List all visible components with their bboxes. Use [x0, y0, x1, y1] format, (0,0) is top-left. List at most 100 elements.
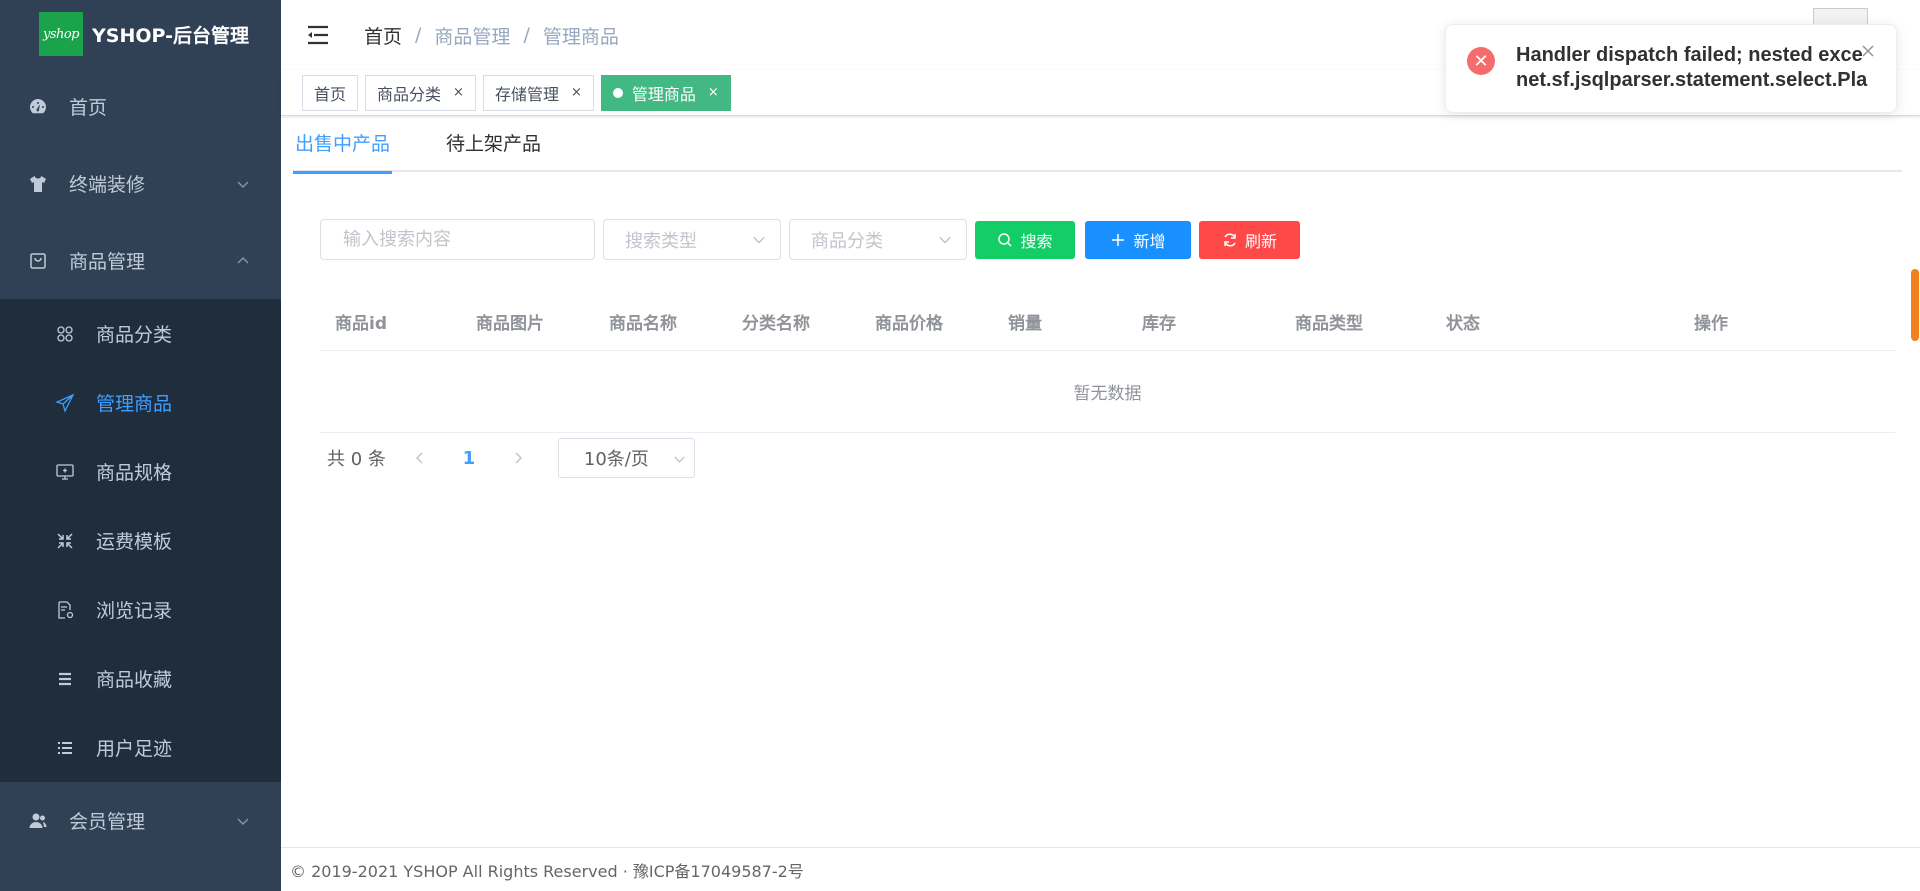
pagination: 共 0 条 1 10条/页	[327, 438, 695, 478]
scrollbar-thumb[interactable]	[1911, 269, 1919, 341]
tag-storage-management[interactable]: 存储管理 ×	[482, 74, 594, 111]
pagination-total: 共 0 条	[327, 449, 386, 470]
tag-close-icon[interactable]: ×	[453, 85, 464, 100]
tag-close-icon[interactable]: ×	[708, 85, 719, 100]
tag-manage-products[interactable]: 管理商品 ×	[600, 74, 731, 111]
hamburger-icon[interactable]	[305, 22, 331, 48]
table-header: 商品id 商品图片 商品名称 分类名称 商品价格 销量 库存 商品类型 状态 操…	[320, 293, 1895, 351]
sidebar-item-shipping-template[interactable]: 运费模板	[0, 506, 281, 575]
search-icon	[997, 232, 1013, 248]
breadcrumb-separator: /	[415, 24, 422, 46]
tag-close-icon[interactable]: ×	[571, 85, 582, 100]
tag-product-category[interactable]: 商品分类 ×	[365, 74, 476, 111]
sidebar-item-label: 商品规格	[96, 462, 173, 484]
error-notification: ✕ Handler dispatch failed; nested exce n…	[1445, 24, 1897, 113]
menu-lines-icon	[55, 669, 75, 689]
column-header: 库存	[1142, 314, 1176, 334]
column-header: 商品类型	[1295, 314, 1363, 334]
sidebar-item-label: 会员管理	[69, 811, 146, 833]
search-type-select[interactable]: 搜索类型	[603, 219, 781, 260]
search-input[interactable]	[320, 219, 595, 260]
list-icon	[55, 738, 75, 758]
sidebar-item-product-category[interactable]: 商品分类	[0, 299, 281, 368]
main-content: 出售中产品 待上架产品 搜索类型 商品分类 搜索 新增	[281, 117, 1920, 847]
products-table: 商品id 商品图片 商品名称 分类名称 商品价格 销量 库存 商品类型 状态 操…	[320, 293, 1895, 433]
notification-line: net.sf.jsqlparser.statement.select.Pla	[1516, 69, 1868, 91]
notification-line: Handler dispatch failed; nested exce	[1516, 44, 1863, 66]
chevron-down-icon	[237, 181, 249, 188]
page-size-value: 10条/页	[583, 449, 649, 470]
select-placeholder: 商品分类	[811, 230, 883, 252]
chevron-left-icon[interactable]	[410, 448, 430, 468]
plus-icon	[1110, 232, 1126, 248]
sidebar-item-browse-history[interactable]: 浏览记录	[0, 575, 281, 644]
sidebar-item-label: 运费模板	[96, 531, 173, 553]
breadcrumb-separator: /	[523, 24, 530, 46]
close-icon[interactable]	[1860, 43, 1876, 59]
category-select[interactable]: 商品分类	[789, 219, 967, 260]
select-placeholder: 搜索类型	[625, 230, 697, 252]
notification-message: Handler dispatch failed; nested exce net…	[1516, 43, 1886, 93]
logo-image: yshop	[39, 12, 83, 56]
table-empty-text: 暂无数据	[320, 351, 1895, 433]
chevron-right-icon[interactable]	[508, 448, 528, 468]
pagination-page[interactable]: 1	[454, 448, 484, 469]
copyright-text: © 2019-2021 YSHOP All Rights Reserved · …	[290, 861, 804, 881]
sidebar-item-label: 用户足迹	[96, 738, 173, 760]
sidebar-item-member-management[interactable]: 会员管理	[0, 782, 281, 859]
sidebar-item-home[interactable]: 首页	[0, 68, 281, 145]
button-label: 新增	[1133, 233, 1166, 251]
app-title: YSHOP-后台管理	[92, 24, 249, 47]
sidebar-item-product-favorites[interactable]: 商品收藏	[0, 644, 281, 713]
sidebar-item-label: 终端装修	[69, 174, 146, 196]
button-label: 刷新	[1244, 233, 1277, 251]
column-header: 商品id	[335, 314, 387, 334]
sidebar-item-manage-products[interactable]: 管理商品	[0, 368, 281, 437]
column-header: 销量	[1008, 314, 1042, 334]
dashboard-icon	[28, 97, 48, 117]
breadcrumb: 首页 / 商品管理 / 管理商品	[364, 22, 619, 49]
paper-plane-icon	[55, 393, 75, 413]
column-header: 商品图片	[476, 314, 544, 334]
refresh-icon	[1222, 232, 1238, 248]
breadcrumb-item-product-management: 商品管理	[434, 25, 511, 48]
search-button[interactable]: 搜索	[975, 220, 1075, 259]
monitor-icon	[55, 462, 75, 482]
tag-label: 首页	[314, 84, 347, 104]
sidebar-item-user-footprint[interactable]: 用户足迹	[0, 713, 281, 782]
logo[interactable]: yshop YSHOP-后台管理	[0, 0, 281, 68]
chevron-down-icon	[237, 818, 249, 825]
document-gear-icon	[55, 600, 75, 620]
filter-bar: 搜索类型 商品分类 搜索 新增 刷新	[320, 219, 1300, 260]
add-button[interactable]: 新增	[1085, 220, 1191, 259]
sidebar-item-label: 首页	[69, 97, 108, 119]
sidebar-item-label: 商品管理	[69, 251, 146, 273]
tag-home[interactable]: 首页	[302, 74, 359, 111]
column-header: 商品名称	[609, 314, 677, 334]
tag-label: 管理商品	[631, 84, 696, 104]
page-size-select[interactable]: 10条/页	[557, 438, 695, 478]
chevron-down-icon	[753, 236, 765, 244]
chevron-down-icon	[939, 236, 951, 244]
breadcrumb-item-manage-products: 管理商品	[542, 25, 619, 48]
sidebar-item-product-management[interactable]: 商品管理	[0, 222, 281, 299]
sidebar-item-terminal-decoration[interactable]: 终端装修	[0, 145, 281, 222]
column-header: 操作	[1694, 314, 1728, 334]
product-tabs: 出售中产品 待上架产品	[293, 117, 1902, 174]
tab-on-sale[interactable]: 出售中产品	[293, 117, 393, 174]
refresh-button[interactable]: 刷新	[1199, 220, 1300, 259]
tab-pending[interactable]: 待上架产品	[444, 117, 543, 172]
sidebar-item-product-specs[interactable]: 商品规格	[0, 437, 281, 506]
column-header: 商品价格	[875, 314, 943, 334]
tag-label: 存储管理	[494, 84, 559, 104]
category-grid-icon	[55, 324, 75, 344]
sidebar-item-label: 商品收藏	[96, 669, 173, 691]
sidebar-item-label: 管理商品	[96, 393, 173, 415]
shirt-icon	[28, 174, 48, 194]
footer: © 2019-2021 YSHOP All Rights Reserved · …	[281, 847, 1920, 891]
chevron-down-icon	[674, 456, 685, 463]
breadcrumb-item-home[interactable]: 首页	[364, 22, 402, 49]
sidebar-item-label: 商品分类	[96, 324, 173, 346]
column-header: 状态	[1446, 314, 1480, 334]
page-scrollbar[interactable]	[1910, 265, 1920, 345]
